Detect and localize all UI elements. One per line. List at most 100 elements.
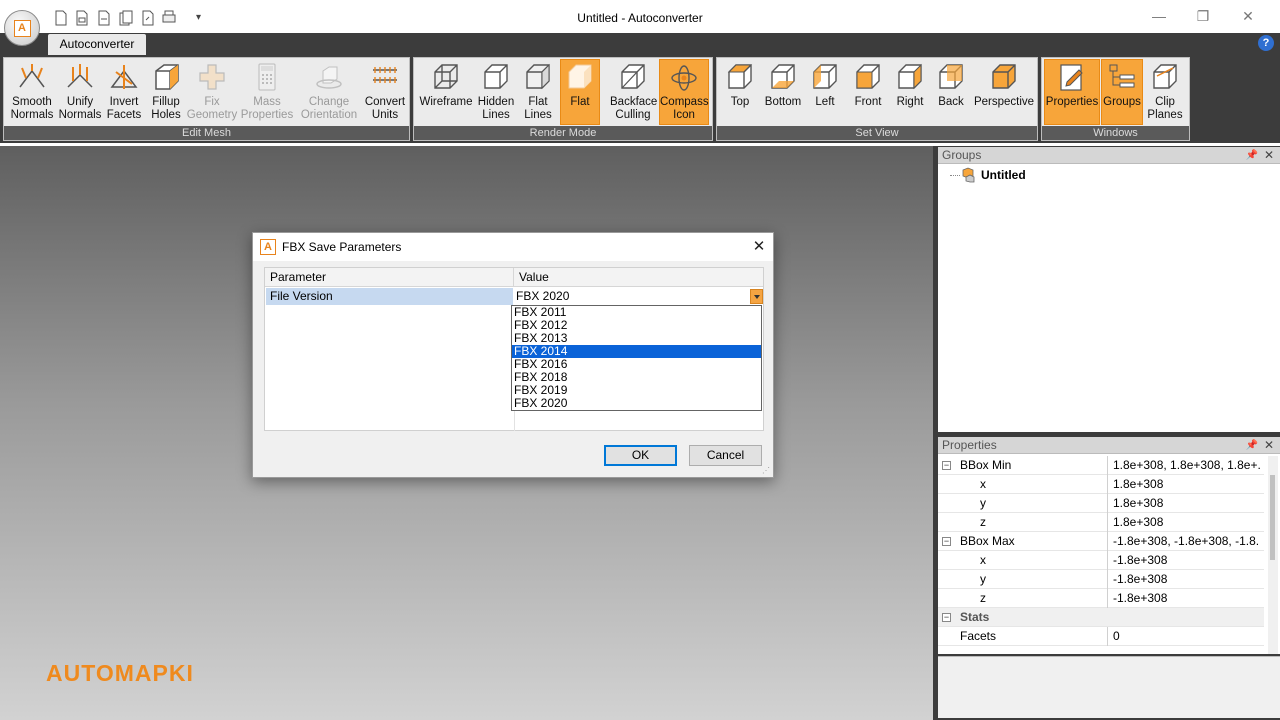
clip-planes-button[interactable]: Clip Planes: [1144, 60, 1186, 124]
view-front-button[interactable]: Front: [846, 60, 890, 124]
group-label-windows: Windows: [1042, 126, 1189, 140]
change-orientation-icon: [316, 66, 342, 89]
prop-row-min-z[interactable]: z 1.8e+308: [938, 513, 1264, 532]
column-header-parameter[interactable]: Parameter: [265, 268, 514, 287]
dropdown-arrow-icon[interactable]: [750, 289, 763, 304]
prop-row-bbox-min[interactable]: − BBox Min 1.8e+308, 1.8e+308, 1.8e+...: [938, 456, 1264, 475]
properties-panel: Properties 📌 ✕ − BBox Min 1.8e+308, 1.8e+3…: [938, 437, 1280, 654]
tree-root-untitled[interactable]: Untitled: [981, 168, 1026, 182]
prop-row-max-x[interactable]: x -1.8e+308: [938, 551, 1264, 570]
groups-panel: Groups 📌 ✕ Untitled: [938, 147, 1280, 432]
tab-autoconverter[interactable]: Autoconverter: [48, 34, 146, 56]
convert-units-button[interactable]: Convert Units: [362, 60, 408, 124]
front-view-cube-icon: [856, 64, 880, 89]
ok-button[interactable]: OK: [604, 445, 677, 466]
wireframe-button[interactable]: Wireframe: [417, 60, 475, 124]
flat-lines-cube-icon: [526, 63, 550, 90]
groups-window-button[interactable]: Groups: [1101, 59, 1143, 125]
fix-geometry-button[interactable]: Fix Geometry: [186, 60, 238, 124]
properties-icon: [1060, 64, 1083, 91]
brand-watermark: AUTOMAPKI: [46, 660, 194, 686]
window-title: Untitled - Autoconverter: [577, 11, 703, 25]
bottom-view-cube-icon: [771, 64, 795, 89]
resize-grip-icon[interactable]: ⋰: [762, 466, 772, 476]
invert-facets-button[interactable]: Invert Facets: [102, 60, 146, 124]
clip-planes-icon: [1153, 64, 1177, 89]
help-icon[interactable]: ?: [1258, 35, 1274, 51]
group-node-icon: [960, 167, 976, 183]
view-left-button[interactable]: Left: [806, 60, 844, 124]
properties-panel-title: Properties: [942, 438, 997, 452]
group-set-view: Top Bottom Left Front Right Back Perspec…: [716, 57, 1038, 141]
groups-panel-header: Groups 📌 ✕: [938, 147, 1280, 164]
close-panel-icon[interactable]: ✕: [1264, 147, 1274, 164]
prop-row-max-z[interactable]: z -1.8e+308: [938, 589, 1264, 608]
compass-icon-button[interactable]: Compass Icon: [659, 59, 709, 125]
flat-lines-button[interactable]: Flat Lines: [517, 60, 559, 124]
file-version-dropdown-list[interactable]: FBX 2011 FBX 2012 FBX 2013 FBX 2014 FBX …: [511, 305, 762, 411]
column-header-value[interactable]: Value: [514, 268, 763, 287]
pin-icon[interactable]: 📌: [1246, 147, 1258, 164]
back-view-cube-icon: [939, 64, 963, 89]
collapse-icon[interactable]: −: [942, 613, 951, 622]
fillup-holes-icon: [155, 64, 179, 90]
prop-row-bbox-max[interactable]: − BBox Max -1.8e+308, -1.8e+308, -1.8...: [938, 532, 1264, 551]
hidden-lines-cube-icon: [484, 64, 508, 89]
properties-window-button[interactable]: Properties: [1044, 59, 1100, 125]
group-edit-mesh: Smooth Normals Unify Normals Invert Face…: [3, 57, 410, 141]
prop-category-stats[interactable]: − Stats: [938, 608, 1264, 627]
mass-properties-button[interactable]: Mass Properties: [238, 60, 296, 124]
dialog-app-icon: A: [260, 239, 276, 255]
unify-normals-button[interactable]: Unify Normals: [58, 60, 102, 124]
dialog-close-icon[interactable]: ✕: [749, 237, 769, 257]
view-bottom-button[interactable]: Bottom: [760, 60, 806, 124]
flat-cube-icon: [568, 64, 592, 89]
collapse-icon[interactable]: −: [942, 537, 951, 546]
prop-row-max-y[interactable]: y -1.8e+308: [938, 570, 1264, 589]
pin-icon[interactable]: 📌: [1246, 437, 1258, 454]
cancel-button[interactable]: Cancel: [689, 445, 762, 466]
option-fbx-2020[interactable]: FBX 2020: [512, 397, 761, 410]
collapse-icon[interactable]: −: [942, 461, 951, 470]
invert-facets-icon: [110, 65, 138, 89]
flat-button[interactable]: Flat: [560, 59, 600, 125]
change-orientation-button[interactable]: Change Orientation: [296, 60, 362, 124]
compass-icon: [671, 65, 697, 91]
fillup-holes-button[interactable]: Fillup Holes: [146, 60, 186, 124]
param-file-version-label[interactable]: File Version: [266, 288, 513, 305]
dialog-title: FBX Save Parameters: [282, 240, 402, 254]
perspective-cube-icon: [992, 64, 1016, 89]
view-back-button[interactable]: Back: [931, 60, 971, 124]
close-panel-icon[interactable]: ✕: [1264, 437, 1274, 454]
properties-scrollbar-thumb[interactable]: [1270, 475, 1275, 560]
prop-row-min-y[interactable]: y 1.8e+308: [938, 494, 1264, 513]
group-label-render-mode: Render Mode: [414, 126, 712, 140]
view-perspective-button[interactable]: Perspective: [973, 60, 1035, 124]
backface-culling-cube-icon: [621, 64, 645, 89]
prop-row-min-x[interactable]: x 1.8e+308: [938, 475, 1264, 494]
right-view-cube-icon: [898, 63, 922, 90]
tree-connector: [950, 175, 960, 176]
group-render-mode: Wireframe Hidden Lines Flat Lines Flat B…: [413, 57, 713, 141]
top-view-cube-icon: [727, 64, 753, 89]
close-icon[interactable]: ✕: [1238, 6, 1258, 26]
property-description-area: [938, 656, 1280, 718]
properties-panel-header: Properties 📌 ✕: [938, 437, 1280, 454]
file-version-select[interactable]: FBX 2020: [514, 288, 763, 305]
wireframe-cube-icon: [434, 64, 458, 89]
groups-panel-title: Groups: [942, 148, 982, 162]
backface-culling-button[interactable]: Backface Culling: [610, 60, 657, 124]
app-logo-icon: A: [13, 19, 31, 37]
view-right-button[interactable]: Right: [890, 60, 930, 124]
view-top-button[interactable]: Top: [720, 60, 760, 124]
hidden-lines-button[interactable]: Hidden Lines: [475, 60, 517, 124]
group-label-set-view: Set View: [717, 126, 1037, 140]
application-menu-button[interactable]: A: [4, 10, 40, 46]
fix-geometry-icon: [199, 64, 225, 90]
minimize-icon[interactable]: —: [1149, 6, 1169, 26]
group-windows: Properties Groups Clip Planes Windows: [1041, 57, 1190, 141]
convert-units-icon: [373, 67, 397, 83]
smooth-normals-button[interactable]: Smooth Normals: [6, 60, 58, 124]
prop-row-facets[interactable]: Facets 0: [938, 627, 1264, 646]
restore-icon[interactable]: ❐: [1193, 6, 1213, 26]
